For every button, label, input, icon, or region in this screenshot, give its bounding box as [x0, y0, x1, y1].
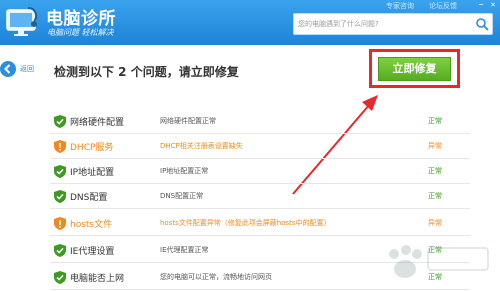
app-title: 电脑诊所 [46, 9, 116, 29]
search-box [293, 13, 493, 35]
check-item-desc: IP地址配置正常 [160, 167, 209, 175]
monitor-stethoscope-icon [6, 7, 37, 36]
baidu-watermark [389, 245, 489, 278]
check-item-name: DNS配置 [70, 193, 108, 203]
check-item-desc: DNS配置正常 [160, 192, 204, 200]
app-header: 电脑诊所 电脑问题 轻松解决 专家咨询 论坛反馈 − × [0, 0, 500, 45]
shield-check-icon [54, 165, 66, 178]
expert-consult-link[interactable]: 专家咨询 [386, 1, 414, 11]
status-label: 异常 [428, 142, 442, 150]
check-item-name: 网络硬件配置 [70, 118, 125, 128]
check-item-name: IE代理设置 [70, 247, 115, 257]
shield-check-icon [54, 190, 66, 203]
check-item-name: hosts文件 [70, 220, 113, 230]
check-item-name: 电脑能否上网 [70, 274, 125, 284]
status-label: 正常 [428, 117, 442, 125]
app-slogan: 电脑问题 轻松解决 [47, 28, 114, 37]
shield-check-icon [54, 271, 66, 284]
check-item-desc: 网络硬件配置正常 [160, 117, 216, 125]
back-arrow-icon [0, 61, 16, 77]
check-item-network-hardware: 网络硬件配置 网络硬件配置正常 正常 [50, 109, 470, 134]
back-label: 返回 [20, 65, 34, 73]
search-input[interactable] [298, 14, 468, 34]
forum-feedback-link[interactable]: 论坛反馈 [429, 1, 457, 11]
shield-check-icon [54, 115, 66, 128]
check-item-dns: DNS配置 DNS配置正常 正常 [50, 184, 470, 209]
check-item-hosts: hosts文件 hosts文件配置异常（修复此项会屏蔽hosts中的配置） 异常 [50, 211, 470, 236]
result-title: 检测到以下 2 个问题，请立即修复 [54, 65, 239, 79]
check-item-desc: DHCP相关注册表设置缺失 [160, 142, 243, 150]
search-icon[interactable] [475, 17, 489, 31]
shield-check-icon [54, 244, 66, 257]
shield-warning-icon [54, 217, 66, 230]
check-item-desc: IE代理配置正常 [160, 246, 209, 254]
status-label: 正常 [428, 167, 442, 175]
check-item-desc: hosts文件配置异常（修复此项会屏蔽hosts中的配置） [160, 219, 331, 227]
status-label: 异常 [428, 219, 442, 227]
shield-warning-icon [54, 140, 66, 153]
check-item-dhcp: DHCP服务 DHCP相关注册表设置缺失 异常 [50, 134, 470, 159]
status-label: 正常 [428, 192, 442, 200]
close-button[interactable]: × [488, 0, 498, 9]
check-item-ip: IP地址配置 IP地址配置正常 正常 [50, 159, 470, 184]
check-item-desc: 您的电脑可以正常，流畅地访问网页 [160, 273, 272, 281]
fix-now-button[interactable]: 立即修复 [378, 57, 451, 81]
back-button[interactable]: 返回 [0, 61, 42, 77]
check-item-name: DHCP服务 [70, 143, 114, 153]
check-item-name: IP地址配置 [70, 168, 115, 178]
minimize-button[interactable]: − [476, 0, 486, 9]
